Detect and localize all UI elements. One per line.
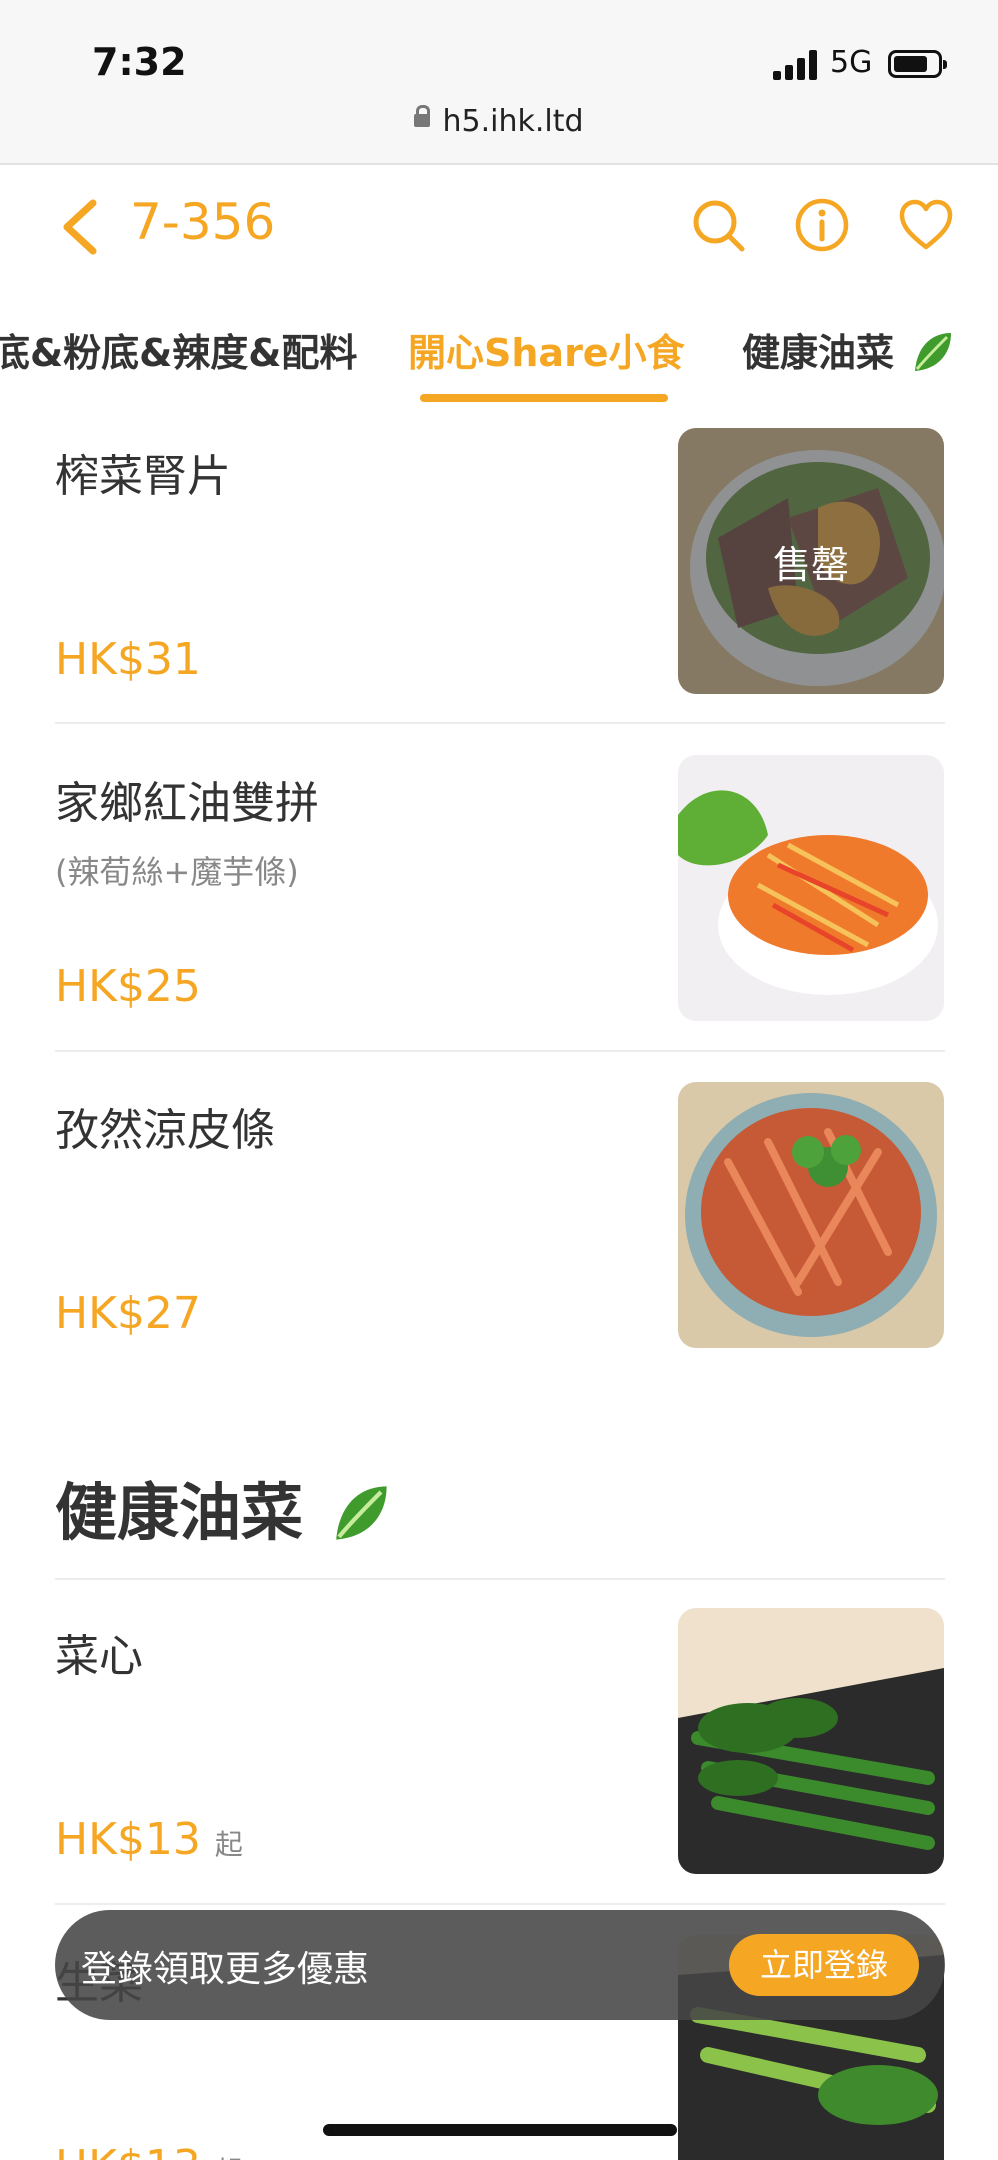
banner-text: 登錄領取更多優惠 <box>81 1949 370 1990</box>
food-image <box>678 1608 944 1874</box>
price-from-label: 起 <box>215 2155 243 2160</box>
menu-item[interactable]: 孜然涼皮條 HK$27 <box>0 1082 998 1408</box>
menu-item[interactable]: 菜心 HK$13 起 <box>0 1608 998 1934</box>
divider <box>55 1903 945 1905</box>
sold-out-overlay: 售罄 <box>678 428 944 694</box>
signal-icon <box>773 50 817 80</box>
item-price: HK$25 <box>55 961 201 1012</box>
home-indicator[interactable] <box>323 2124 677 2136</box>
login-promo-banner: 登錄領取更多優惠 立即登錄 <box>55 1910 945 2020</box>
info-icon[interactable] <box>794 197 850 253</box>
browser-status-bar: 7:32 5G h5.ihk.ltd <box>0 0 998 165</box>
store-header: 7-356 <box>0 167 998 287</box>
active-tab-indicator <box>420 394 668 402</box>
menu-item[interactable]: 榨菜腎片 HK$31 售罄 <box>0 428 998 754</box>
lock-icon <box>414 105 431 127</box>
tab-healthy-greens[interactable]: 健康油菜 <box>742 322 957 381</box>
store-title: 7-356 <box>130 193 276 251</box>
login-button[interactable]: 立即登錄 <box>729 1934 919 1996</box>
search-icon[interactable] <box>690 197 746 253</box>
item-price: HK$13起 <box>55 2141 243 2160</box>
item-name: 菜心 <box>55 1631 143 1682</box>
item-price: HK$27 <box>55 1288 201 1339</box>
divider <box>55 1578 945 1580</box>
tab-label: 健康油菜 <box>742 331 895 375</box>
item-price: HK$31 <box>55 634 201 685</box>
tab-share-snacks[interactable]: 開心Share小食 <box>408 322 685 377</box>
heart-icon[interactable] <box>898 197 954 253</box>
category-tabs: 底&粉底&辣度&配料 開心Share小食 健康油菜 <box>0 300 998 410</box>
tab-base-noodles[interactable]: 底&粉底&辣度&配料 <box>0 322 357 377</box>
item-name: 孜然涼皮條 <box>55 1105 275 1156</box>
item-subtitle: (辣荀絲+魔芋條) <box>55 853 299 891</box>
price-from-label: 起 <box>214 1828 243 1861</box>
item-price: HK$13起 <box>55 1814 243 1865</box>
item-name: 榨菜腎片 <box>55 451 231 502</box>
item-name: 家鄉紅油雙拼 <box>55 778 319 829</box>
chevron-left-icon[interactable] <box>55 197 105 257</box>
food-image <box>678 755 944 1021</box>
food-image: 售罄 <box>678 428 944 694</box>
divider <box>55 722 945 724</box>
divider <box>55 1050 945 1052</box>
clock: 7:32 <box>92 40 187 84</box>
network-label: 5G <box>830 45 873 80</box>
leafy-green-icon <box>335 1486 387 1540</box>
address-bar[interactable]: h5.ihk.ltd <box>0 104 998 139</box>
battery-icon <box>888 50 947 78</box>
section-title: 健康油菜 <box>55 1462 395 1552</box>
menu-item[interactable]: 家鄉紅油雙拼 (辣荀絲+魔芋條) HK$25 <box>0 755 998 1081</box>
leafy-green-icon <box>915 332 952 371</box>
url-text: h5.ihk.ltd <box>442 104 584 139</box>
food-image <box>678 1082 944 1348</box>
